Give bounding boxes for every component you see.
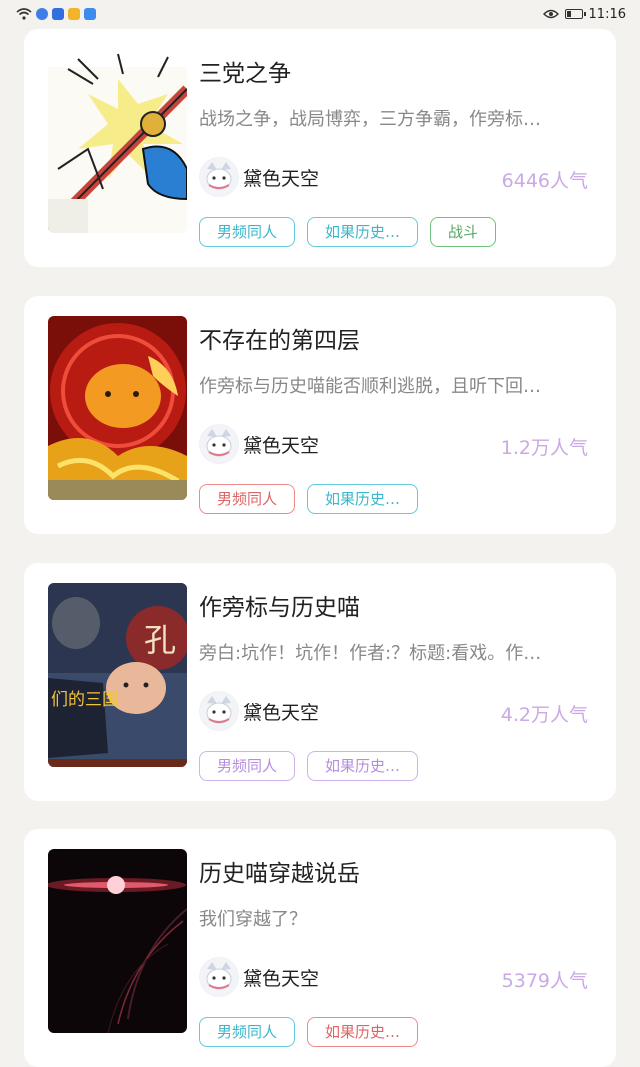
cover-image[interactable] bbox=[48, 849, 187, 1033]
status-left bbox=[16, 8, 96, 20]
avatar[interactable] bbox=[199, 157, 239, 197]
cover-image[interactable] bbox=[48, 49, 187, 233]
tag-list: 男频同人 如果历史… bbox=[199, 1017, 419, 1047]
work-title[interactable]: 历史喵穿越说岳 bbox=[199, 854, 360, 888]
app-icon bbox=[36, 8, 48, 20]
popularity-count: 6446人气 bbox=[501, 170, 588, 192]
work-title[interactable]: 作旁标与历史喵 bbox=[199, 588, 360, 622]
work-card[interactable]: 不存在的第四层 作旁标与历史喵能否顺利逃脱，且听下回… 黛色天空 1.2万人气 … bbox=[24, 296, 616, 534]
work-description: 旁白:坑作！坑作！作者:？标题:看戏。作… bbox=[199, 643, 542, 664]
cover-image[interactable] bbox=[48, 316, 187, 500]
cover-sign: 孔 bbox=[144, 621, 176, 659]
work-card[interactable]: 孔 们的三国 作旁标与历史喵 旁白:坑作！坑作！作者:？标题:看戏。作… 黛色天… bbox=[24, 563, 616, 801]
author-name[interactable]: 黛色天空 bbox=[243, 698, 319, 725]
tag[interactable]: 如果历史… bbox=[307, 751, 419, 781]
work-description: 我们穿越了？ bbox=[199, 909, 307, 930]
popularity-count: 4.2万人气 bbox=[500, 704, 588, 726]
work-card[interactable]: 历史喵穿越说岳 我们穿越了？ 黛色天空 5379人气 男频同人 如果历史… bbox=[24, 829, 616, 1067]
app-icon bbox=[84, 8, 96, 20]
work-title[interactable]: 不存在的第四层 bbox=[199, 321, 360, 355]
tag[interactable]: 男频同人 bbox=[199, 484, 296, 514]
tag[interactable]: 如果历史… bbox=[307, 217, 419, 247]
tag[interactable]: 如果历史… bbox=[307, 1017, 419, 1047]
author-name[interactable]: 黛色天空 bbox=[243, 964, 319, 991]
tag[interactable]: 男频同人 bbox=[199, 1017, 296, 1047]
status-bar: 11:16 bbox=[0, 0, 640, 28]
avatar[interactable] bbox=[199, 424, 239, 464]
status-right: 11:16 bbox=[542, 6, 626, 22]
tag[interactable]: 男频同人 bbox=[199, 751, 296, 781]
popularity-count: 1.2万人气 bbox=[500, 437, 588, 459]
wifi-icon bbox=[16, 8, 32, 20]
author-row[interactable]: 黛色天空 bbox=[199, 957, 319, 997]
author-row[interactable]: 黛色天空 bbox=[199, 691, 319, 731]
tag-list: 男频同人 如果历史… bbox=[199, 751, 419, 781]
author-name[interactable]: 黛色天空 bbox=[243, 431, 319, 458]
work-card[interactable]: 三党之争 战场之争，战局博弈，三方争霸，作旁标… 黛色天空 6446人气 男频同… bbox=[24, 29, 616, 267]
eye-icon bbox=[542, 9, 559, 19]
author-row[interactable]: 黛色天空 bbox=[199, 424, 319, 464]
work-description: 战场之争，战局博弈，三方争霸，作旁标… bbox=[199, 109, 541, 130]
app-icon bbox=[52, 8, 64, 20]
cover-image[interactable]: 孔 们的三国 bbox=[48, 583, 187, 767]
work-description: 作旁标与历史喵能否顺利逃脱，且听下回… bbox=[199, 376, 541, 397]
popularity-count: 5379人气 bbox=[501, 970, 588, 992]
tag-list: 男频同人 如果历史… bbox=[199, 484, 419, 514]
tag[interactable]: 男频同人 bbox=[199, 217, 296, 247]
tag[interactable]: 如果历史… bbox=[307, 484, 419, 514]
author-name[interactable]: 黛色天空 bbox=[243, 164, 319, 191]
tag[interactable]: 战斗 bbox=[430, 217, 497, 247]
avatar[interactable] bbox=[199, 691, 239, 731]
app-icon bbox=[68, 8, 80, 20]
tag-list: 男频同人 如果历史… 战斗 bbox=[199, 217, 497, 247]
author-row[interactable]: 黛色天空 bbox=[199, 157, 319, 197]
avatar[interactable] bbox=[199, 957, 239, 997]
clock: 11:16 bbox=[588, 6, 626, 22]
work-title[interactable]: 三党之争 bbox=[199, 54, 291, 88]
cover-caption: 们的三国 bbox=[51, 690, 119, 710]
battery-icon bbox=[564, 9, 586, 19]
